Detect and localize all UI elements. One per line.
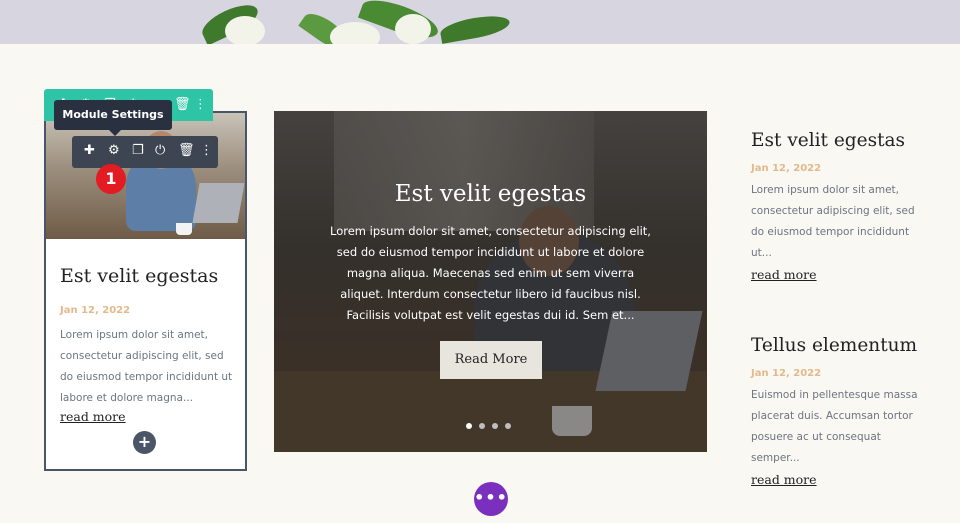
add-module-button[interactable]: + [133,431,156,454]
blog-card-image [46,113,245,239]
blog-card-read-more-link[interactable]: read more [60,409,126,424]
module-toolbar: ✚ ⚙ ❐ ⏻ 🗑 ⋮ [72,136,218,168]
leaf-shape [438,12,512,44]
flower-shape [330,22,380,44]
slider-title: Est velit egestas [394,181,587,207]
slider-dot[interactable] [479,423,485,429]
slider-dot[interactable] [505,423,511,429]
blog-post-item: Tellus elementum Jan 12, 2022 Euismod in… [751,335,931,488]
trash-icon[interactable]: 🗑 [178,143,195,158]
slider-pagination [466,414,518,433]
move-icon[interactable]: ✚ [84,143,95,158]
slider-dot[interactable] [466,423,472,429]
step-badge: 1 [96,164,126,194]
blog-card-date: Jan 12, 2022 [60,305,131,316]
post-date: Jan 12, 2022 [751,163,822,174]
slider-dot[interactable] [492,423,498,429]
featured-slider: Est velit egestas Lorem ipsum dolor sit … [274,111,707,452]
flower-shape [225,16,265,44]
post-title[interactable]: Tellus elementum [751,335,931,356]
post-read-more-link[interactable]: read more [751,267,817,282]
power-icon[interactable]: ⏻ [155,143,165,158]
blog-card-title[interactable]: Est velit egestas [60,265,218,287]
hero-image-strip [0,0,960,44]
more-icon[interactable]: ⋮ [194,97,207,112]
more-icon[interactable]: ⋮ [200,143,213,158]
page-settings-button[interactable]: ••• [474,482,508,516]
blog-post-item: Est velit egestas Jan 12, 2022 Lorem ips… [751,130,931,283]
post-date: Jan 12, 2022 [751,368,822,379]
post-excerpt: Lorem ipsum dolor sit amet, consectetur … [751,184,915,259]
slider-read-more-button[interactable]: Read More [440,341,542,379]
post-excerpt: Euismod in pellentesque massa placerat d… [751,389,918,464]
post-title[interactable]: Est velit egestas [751,130,931,151]
flower-shape [395,14,431,44]
trash-icon[interactable]: 🗑 [174,97,191,112]
gear-icon[interactable]: ⚙ [108,143,120,158]
duplicate-icon[interactable]: ❐ [132,143,144,158]
module-settings-tooltip: Module Settings [54,100,172,136]
blog-card-excerpt: Lorem ipsum dolor sit amet, consectetur … [60,329,233,404]
slider-text: Lorem ipsum dolor sit amet, consectetur … [330,224,651,322]
post-read-more-link[interactable]: read more [751,472,817,487]
